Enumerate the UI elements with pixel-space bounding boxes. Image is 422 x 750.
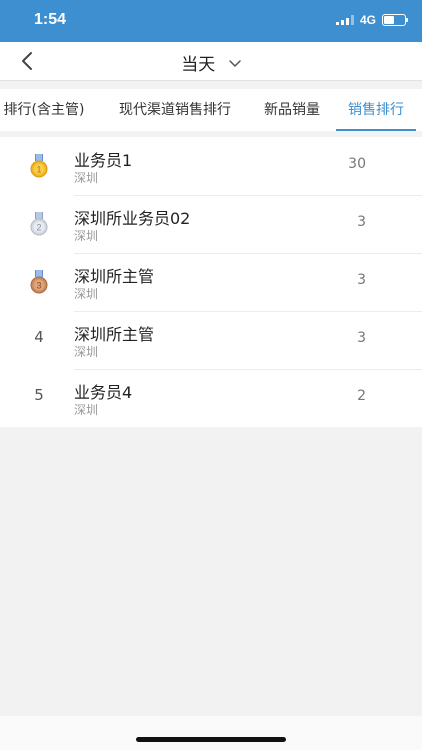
battery-icon — [382, 14, 408, 26]
svg-text:2: 2 — [36, 223, 41, 233]
list-item[interactable]: 5 业务员4 深圳 2 — [0, 369, 422, 427]
sales-value: 2 — [357, 388, 366, 404]
list-item[interactable]: 1 业务员1 深圳 30 — [0, 137, 422, 195]
svg-text:1: 1 — [36, 165, 41, 175]
rank-number: 4 — [34, 328, 44, 346]
home-indicator[interactable] — [136, 737, 286, 742]
salesperson-name: 深圳所业务员02 — [74, 209, 191, 228]
active-tab-indicator — [336, 129, 416, 131]
gold-medal-icon: 1 — [30, 154, 48, 178]
salesperson-name: 业务员4 — [74, 383, 133, 402]
status-indicators: 4G — [335, 13, 408, 27]
salesperson-area: 深圳 — [74, 345, 99, 359]
rank-number: 5 — [34, 386, 44, 404]
ranking-list: 1 业务员1 深圳 30 2 深圳所业务员02 深圳 3 3 深圳所主管 深圳 … — [0, 137, 422, 427]
sales-value: 3 — [357, 214, 366, 230]
tab-label: 销售排行 — [348, 102, 404, 118]
salesperson-area: 深圳 — [74, 171, 99, 185]
tab-ranking-incl-supervisor[interactable]: 排行(含主管) — [0, 89, 92, 131]
nav-bar: 当天 — [0, 42, 422, 81]
salesperson-name: 业务员1 — [74, 151, 133, 170]
salesperson-area: 深圳 — [74, 229, 99, 243]
signal-icon — [335, 15, 354, 25]
chevron-down-icon — [228, 53, 241, 73]
tab-label: 现代渠道销售排行 — [119, 102, 231, 118]
bottom-safe-area — [0, 716, 422, 750]
sales-value: 3 — [357, 272, 366, 288]
tab-label: 排行(含主管) — [3, 102, 85, 118]
status-time: 1:54 — [34, 11, 67, 28]
sales-value: 3 — [357, 330, 366, 346]
silver-medal-icon: 2 — [30, 212, 48, 236]
tab-modern-channel-ranking[interactable]: 现代渠道销售排行 — [104, 89, 246, 131]
svg-text:3: 3 — [36, 281, 41, 291]
bronze-medal-icon: 3 — [30, 270, 48, 294]
salesperson-name: 深圳所主管 — [74, 325, 155, 344]
salesperson-name: 深圳所主管 — [74, 267, 155, 286]
salesperson-area: 深圳 — [74, 287, 99, 301]
salesperson-area: 深圳 — [74, 403, 99, 417]
status-bar: 1:54 4G — [0, 0, 422, 42]
tab-bar: 排行(含主管) 现代渠道销售排行 新品销量 销售排行 — [0, 89, 422, 131]
list-item[interactable]: 2 深圳所业务员02 深圳 3 — [0, 195, 422, 253]
tab-new-product-sales[interactable]: 新品销量 — [254, 89, 330, 131]
sales-value: 30 — [348, 156, 366, 172]
list-item[interactable]: 4 深圳所主管 深圳 3 — [0, 311, 422, 369]
tab-sales-ranking[interactable]: 销售排行 — [336, 89, 416, 131]
tab-label: 新品销量 — [264, 102, 320, 118]
page-title: 当天 — [181, 55, 216, 75]
list-item[interactable]: 3 深圳所主管 深圳 3 — [0, 253, 422, 311]
network-type: 4G — [359, 13, 376, 27]
date-range-selector[interactable]: 当天 — [0, 50, 422, 75]
